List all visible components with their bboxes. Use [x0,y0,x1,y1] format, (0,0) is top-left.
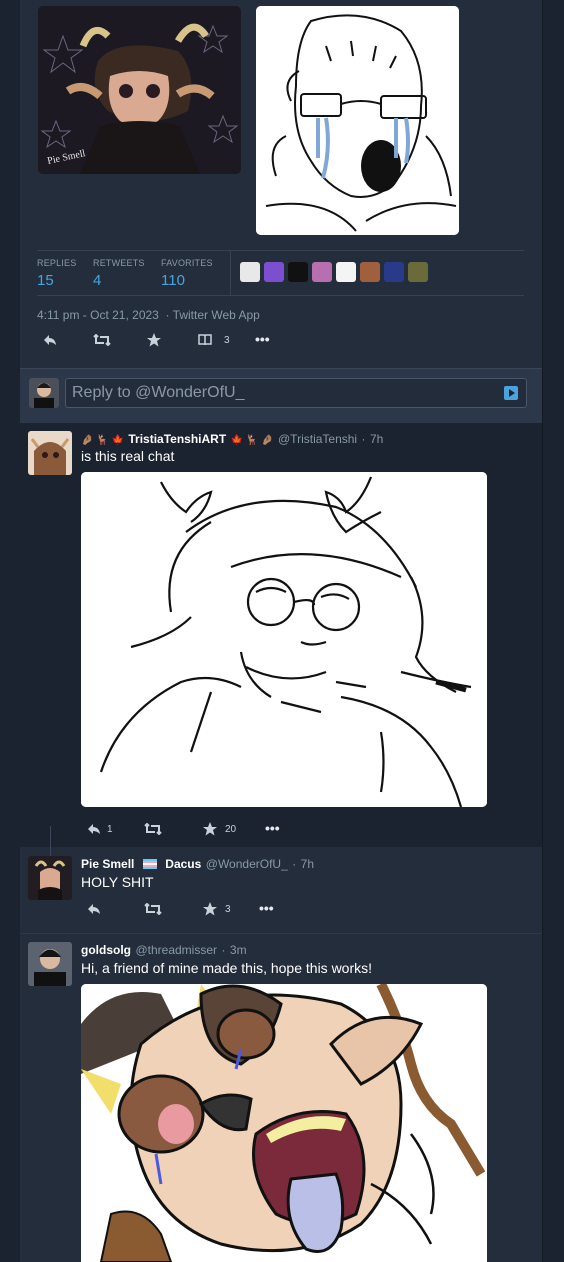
reply-icon [44,335,56,345]
reply-text-1: is this real chat [81,448,175,464]
favorites-label: FAVORITES [161,258,213,268]
reply-avatar-2[interactable] [28,856,72,900]
replies-label: REPLIES [37,258,77,268]
bookmark-button[interactable]: 3 [198,334,230,346]
favoriter-avatar[interactable] [360,262,380,282]
reply-2-more-button[interactable]: ••• [259,900,274,916]
retweet-icon [144,903,162,915]
favoriter-avatar[interactable] [384,262,404,282]
name-emoji-right: 🍁 🦌 🤌🏽 [230,435,274,446]
retweet-button[interactable] [93,334,111,346]
reply-time-3[interactable]: 3m [230,943,247,957]
reply-image-3[interactable] [81,984,487,1262]
reply-2-favorite-button[interactable]: 3 [203,902,231,916]
tweet-image-2[interactable] [256,6,459,235]
name-emoji-left: 🤌🏽 🦌 🍁 [81,435,124,446]
tweet-image-1[interactable]: Pie Smell [38,6,241,174]
reply-author-name-1[interactable]: TristiaTenshiART [128,432,226,446]
retweets-count: 4 [93,272,102,289]
reply-composer: Reply to @WonderOfU_ [20,368,542,424]
reply-icon [88,824,100,834]
favoriter-avatar[interactable] [408,262,428,282]
reply-1-reply-button[interactable]: 1 [87,823,113,835]
reply-2-retweet-button[interactable] [144,903,162,915]
reply-1-favorite-button[interactable]: 20 [203,822,236,836]
reply-input[interactable]: Reply to @WonderOfU_ [65,378,527,408]
reply-1-reply-count: 1 [107,823,113,835]
reply-1-retweet-button[interactable] [144,823,162,835]
replies-stat[interactable]: REPLIES 15 [37,258,76,289]
reply-icon [88,904,100,914]
favoriter-avatar[interactable] [264,262,284,282]
reply-author-handle-3[interactable]: @threadmisser [135,943,217,957]
tweet-source[interactable]: Twitter Web App [173,308,260,322]
favorite-icon [203,822,217,836]
more-icon: ••• [255,331,270,347]
reply-header-2: Pie Smell Dacus @WonderOfU_ · 7h [81,857,315,871]
retweets-stat[interactable]: RETWEETS 4 [93,258,145,289]
favoriter-avatars [240,262,428,282]
reply-placeholder: Reply to @WonderOfU_ [72,384,245,401]
bookmark-count: 3 [224,334,230,346]
favoriter-avatar[interactable] [336,262,356,282]
reply-text-3: Hi, a friend of mine made this, hope thi… [81,960,373,976]
retweet-icon [144,823,162,835]
bookmark-icon [198,334,212,346]
retweets-label: RETWEETS [93,258,145,268]
reply-avatar-3[interactable] [28,942,72,986]
reply-author-name-3[interactable]: goldsolg [81,943,131,957]
tweet-timestamp[interactable]: 4:11 pm - Oct 21, 2023 [37,308,159,322]
thread-line [50,826,51,856]
right-gutter [542,0,564,1262]
favorites-count: 110 [161,272,185,289]
reply-2-fav-count: 3 [225,903,231,915]
tweet-stats: REPLIES 15 RETWEETS 4 FAVORITES 110 [37,250,524,296]
more-icon: ••• [259,900,274,916]
reply-header-3: goldsolg @threadmisser · 3m [81,943,247,957]
reply-image-1[interactable] [81,472,487,807]
more-button[interactable]: ••• [255,331,270,347]
user-avatar [29,378,59,408]
more-icon: ••• [265,820,280,836]
reply-time-2[interactable]: 7h [301,857,314,871]
reply-author-handle-1[interactable]: @TristiaTenshi [278,432,357,446]
reply-header-1: 🤌🏽 🦌 🍁 TristiaTenshiART 🍁 🦌 🤌🏽 @TristiaT… [81,432,384,446]
favoriter-avatar[interactable] [240,262,260,282]
favorite-icon [203,902,217,916]
favorites-stat[interactable]: FAVORITES 110 [161,258,213,289]
send-icon[interactable] [504,386,518,400]
favorite-button[interactable] [147,333,161,347]
reply-author-suffix-2[interactable]: Dacus [165,857,201,871]
reply-button[interactable] [43,334,57,346]
reply-1-fav-count: 20 [225,823,237,835]
reply-author-handle-2[interactable]: @WonderOfU_ [206,857,288,871]
reply-2-reply-button[interactable] [87,903,101,915]
retweet-icon [93,334,111,346]
reply-time-1[interactable]: 7h [370,432,383,446]
left-gutter [0,0,20,1262]
favoriter-avatar[interactable] [312,262,332,282]
reply-author-name-2[interactable]: Pie Smell [81,857,134,871]
reply-separator [20,933,542,934]
reply-avatar-1[interactable] [28,431,72,475]
favoriter-avatar[interactable] [288,262,308,282]
flag-icon [142,859,157,869]
reply-1-more-button[interactable]: ••• [265,820,280,836]
stats-divider [230,251,231,295]
tweet-meta: 4:11 pm - Oct 21, 2023 · Twitter Web App [37,308,260,322]
replies-count: 15 [37,272,54,289]
reply-text-2: HOLY SHIT [81,874,154,890]
favorite-icon [147,333,161,347]
